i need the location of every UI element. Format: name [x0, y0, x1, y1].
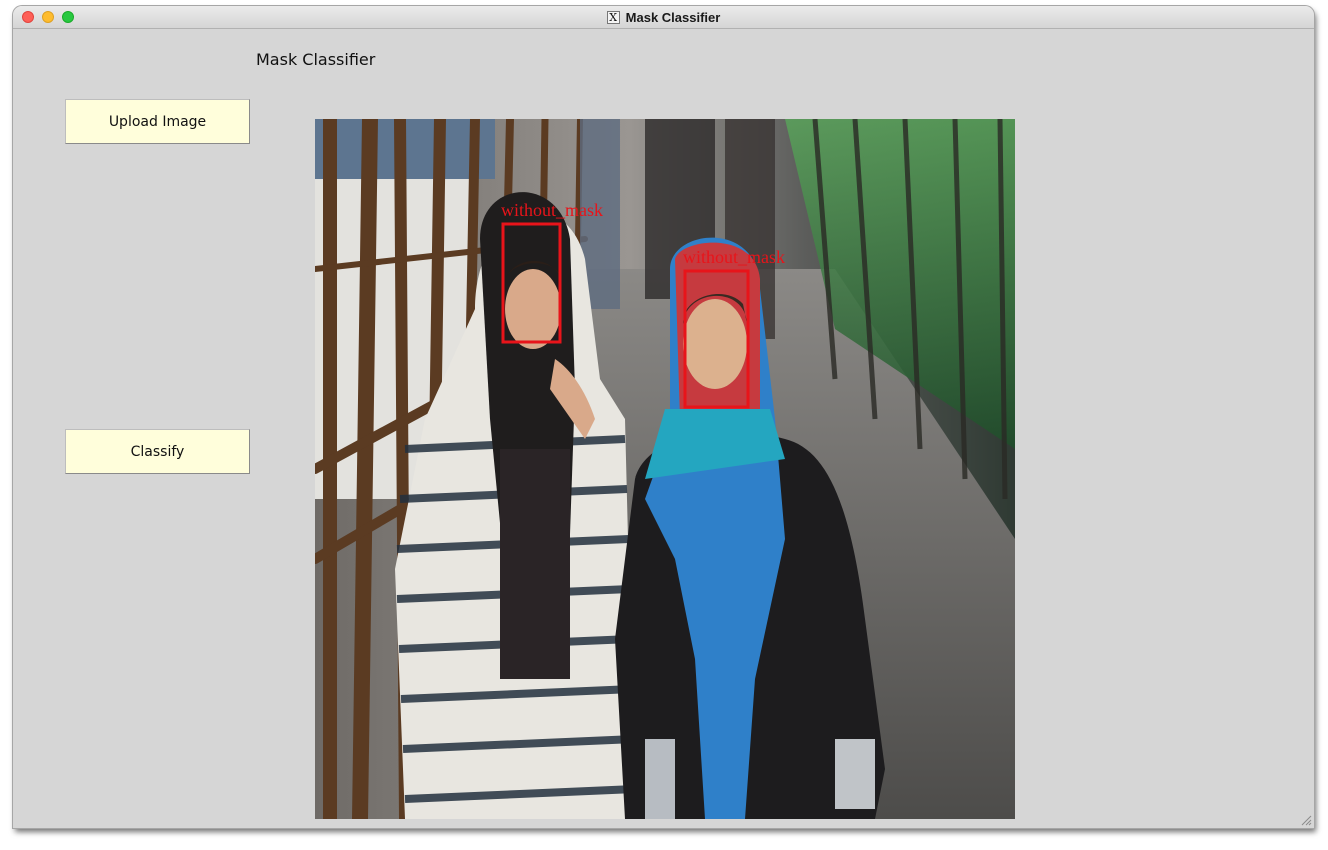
window-title: Mask Classifier	[625, 9, 721, 25]
title-group: X Mask Classifier	[13, 6, 1314, 28]
image-preview: without_mask without_mask	[315, 119, 1015, 819]
resize-grip-icon[interactable]	[1300, 814, 1312, 826]
title-bar[interactable]: X Mask Classifier	[13, 6, 1314, 29]
upload-image-button[interactable]: Upload Image	[65, 99, 250, 144]
x11-icon: X	[606, 10, 620, 24]
app-window: X Mask Classifier Mask Classifier Upload…	[13, 6, 1314, 828]
app-heading: Mask Classifier	[256, 50, 376, 69]
detection-label-2: without_mask	[683, 247, 785, 267]
photo-two-women-icon: without_mask without_mask	[315, 119, 1015, 819]
detection-label-1: without_mask	[501, 200, 603, 220]
classify-button[interactable]: Classify	[65, 429, 250, 474]
